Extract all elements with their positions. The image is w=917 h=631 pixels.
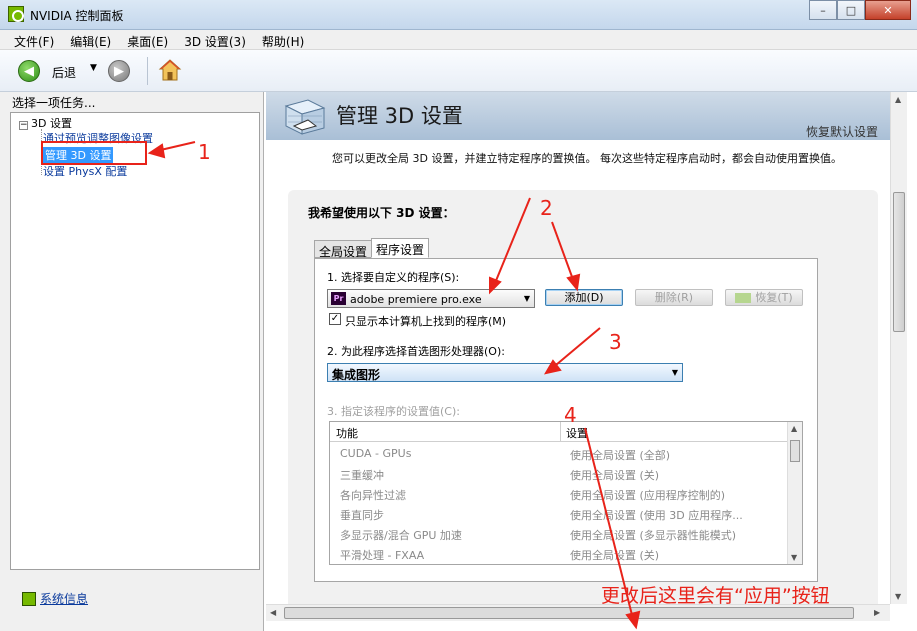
annotation-number-1: 1 (198, 140, 211, 164)
annotation-arrow-2a (492, 197, 531, 289)
annotation-arrowhead-1 (147, 143, 166, 159)
annotation-number-4: 4 (564, 403, 577, 427)
annotation-arrowhead-2b (566, 273, 581, 292)
annotation-arrow-2b (551, 221, 576, 286)
annotation-arrowhead-4 (625, 610, 641, 630)
annotation-arrows (147, 141, 641, 630)
annotation-arrowhead-2a (489, 276, 502, 295)
annotation-arrow-3 (549, 327, 601, 371)
annotation-number-2: 2 (540, 196, 553, 220)
annotation-number-3: 3 (609, 330, 622, 354)
annotation-note: 更改后这里会有“应用”按钮 (601, 585, 830, 607)
